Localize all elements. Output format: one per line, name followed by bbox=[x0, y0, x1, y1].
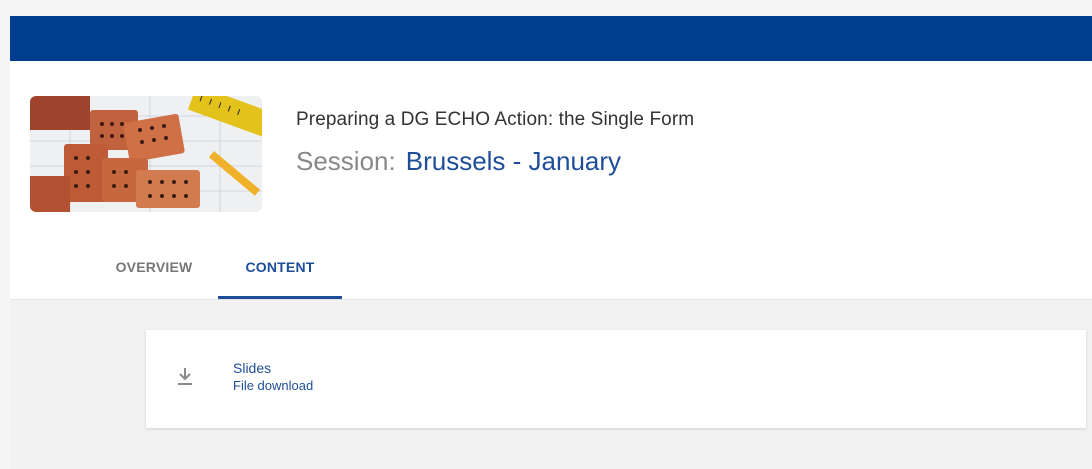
resource-title[interactable]: Slides bbox=[233, 360, 271, 376]
tab-content[interactable]: CONTENT bbox=[218, 257, 342, 299]
bricks-illustration bbox=[30, 96, 262, 212]
session-line: Session: Brussels - January bbox=[296, 146, 621, 177]
course-title: Preparing a DG ECHO Action: the Single F… bbox=[296, 109, 695, 130]
session-name: Brussels - January bbox=[405, 146, 622, 176]
download-icon[interactable] bbox=[176, 366, 194, 386]
tab-overview[interactable]: OVERVIEW bbox=[102, 257, 206, 299]
resource-card[interactable]: Slides File download bbox=[146, 330, 1086, 428]
top-banner bbox=[10, 16, 1092, 61]
tab-bar: OVERVIEW CONTENT bbox=[10, 257, 1092, 299]
page-frame: Preparing a DG ECHO Action: the Single F… bbox=[10, 16, 1092, 469]
course-thumbnail bbox=[30, 96, 262, 212]
course-header: Preparing a DG ECHO Action: the Single F… bbox=[10, 61, 1092, 299]
content-area: Slides File download bbox=[10, 299, 1092, 469]
resource-type: File download bbox=[233, 378, 314, 393]
session-label: Session: bbox=[296, 146, 396, 176]
